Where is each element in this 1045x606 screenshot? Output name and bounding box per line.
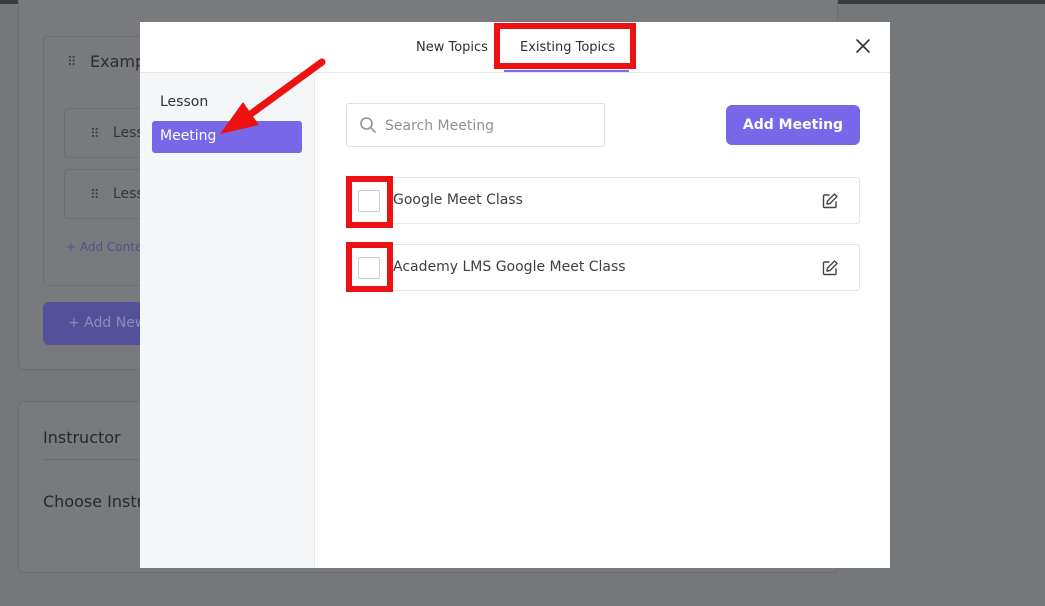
annotation-box-existing-topics <box>494 23 636 69</box>
meeting-list-item: Academy LMS Google Meet Class <box>346 244 860 291</box>
annotation-box-checkbox <box>346 176 393 228</box>
add-meeting-button[interactable]: Add Meeting <box>726 105 860 145</box>
meeting-list-item: Google Meet Class <box>346 177 860 224</box>
sidebar-item-meeting[interactable]: Meeting <box>152 121 302 153</box>
edit-icon[interactable] <box>821 192 839 210</box>
drag-handle-icon: ⠿ <box>67 55 76 70</box>
active-tab-indicator <box>504 70 629 72</box>
meeting-title: Google Meet Class <box>393 192 523 208</box>
search-input[interactable] <box>385 115 595 137</box>
meeting-title: Academy LMS Google Meet Class <box>393 259 626 275</box>
close-icon <box>856 39 870 53</box>
instructor-heading: Instructor <box>43 428 121 447</box>
choose-instructor-label: Choose Instru <box>43 492 154 511</box>
tab-new-topics[interactable]: New Topics <box>416 40 488 55</box>
search-box <box>346 103 605 147</box>
close-button[interactable] <box>853 36 873 56</box>
topic-section-title: Examp <box>90 52 146 71</box>
edit-icon[interactable] <box>821 259 839 277</box>
drag-handle-icon: ⠿ <box>90 127 99 142</box>
modal-sidebar: Lesson Meeting <box>140 73 315 568</box>
add-content-link: + Add Conte <box>66 240 143 254</box>
drag-handle-icon: ⠿ <box>90 188 99 203</box>
search-icon <box>360 117 376 133</box>
sidebar-item-lesson[interactable]: Lesson <box>152 87 302 119</box>
add-topic-modal: New Topics Existing Topics Lesson Meetin… <box>140 22 890 568</box>
annotation-box-checkbox <box>346 242 393 292</box>
